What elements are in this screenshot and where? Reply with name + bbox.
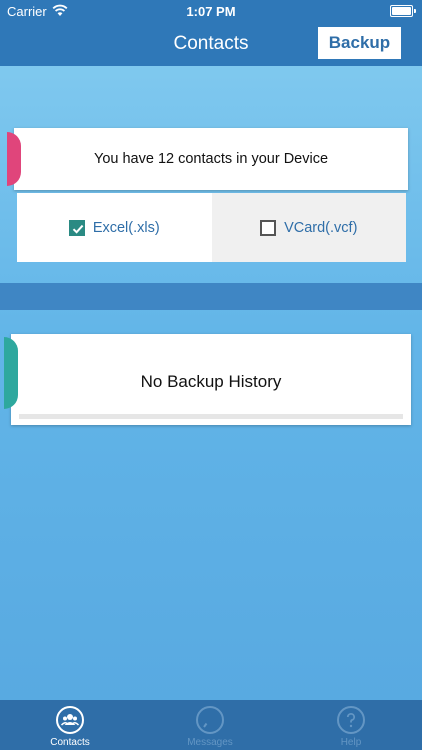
messages-icon <box>196 706 224 734</box>
vcard-format-label: VCard(.vcf) <box>284 219 358 236</box>
status-time: 1:07 PM <box>186 4 236 19</box>
nav-bar: Contacts Backup <box>0 22 422 66</box>
tab-contacts[interactable]: Contacts <box>30 700 110 750</box>
battery-icon <box>390 5 416 17</box>
excel-format-label: Excel(.xls) <box>92 219 160 236</box>
tab-bar: Contacts Messages Help <box>0 700 422 750</box>
contacts-icon <box>56 706 84 734</box>
status-bar: Carrier 1:07 PM <box>0 0 422 22</box>
section-divider <box>0 283 422 310</box>
checked-checkbox-icon[interactable] <box>68 219 85 236</box>
tab-messages[interactable]: Messages <box>170 700 250 750</box>
backup-history-card: No Backup History <box>4 334 411 425</box>
format-options: Excel(.xls) VCard(.vcf) <box>17 193 406 262</box>
help-icon <box>337 706 365 734</box>
contacts-count-message: You have 12 contacts in your Device <box>93 151 329 167</box>
backup-button[interactable]: Backup <box>318 27 401 59</box>
tab-messages-label: Messages <box>187 737 233 748</box>
excel-format-option[interactable]: Excel(.xls) <box>17 193 212 262</box>
tab-contacts-label: Contacts <box>50 737 90 748</box>
vcard-format-option[interactable]: VCard(.vcf) <box>211 193 406 262</box>
backup-history-message: No Backup History <box>140 372 282 391</box>
contacts-count-card: You have 12 contacts in your Device <box>7 128 408 190</box>
unchecked-checkbox-icon[interactable] <box>260 219 277 236</box>
tab-help-label: Help <box>340 737 362 748</box>
history-progress-track <box>19 414 403 419</box>
tab-help[interactable]: Help <box>311 700 391 750</box>
